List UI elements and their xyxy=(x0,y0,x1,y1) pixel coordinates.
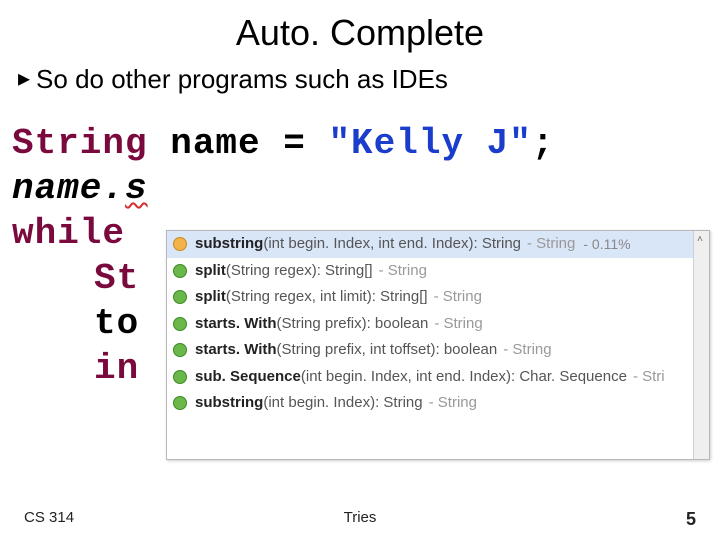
autocomplete-item[interactable]: sub. Sequence(int begin. Index, int end.… xyxy=(167,364,709,391)
code-text: in xyxy=(94,348,139,389)
method-percent: - 0.11% xyxy=(583,237,630,252)
code-text: name. xyxy=(12,168,125,209)
footer-center: Tries xyxy=(344,509,377,526)
footer: CS 314 Tries 5 xyxy=(0,509,720,530)
method-return: : boolean xyxy=(436,342,498,359)
method-origin: - String xyxy=(527,236,575,253)
autocomplete-item[interactable]: split(String regex, int limit) : String[… xyxy=(167,284,709,311)
method-params: (int begin. Index, int end. Index) xyxy=(301,369,511,386)
keyword-string: String xyxy=(12,123,148,164)
autocomplete-item[interactable]: starts. With(String prefix) : boolean - S… xyxy=(167,311,709,338)
method-icon xyxy=(173,290,187,304)
slide: Auto. Complete ▸ So do other programs su… xyxy=(0,0,720,540)
method-params: (int begin. Index, int end. Index) xyxy=(263,236,473,253)
bullet-row: ▸ So do other programs such as IDEs xyxy=(0,64,720,95)
method-params: (int begin. Index) xyxy=(263,395,375,412)
method-origin: - String xyxy=(429,395,477,412)
scrollbar[interactable]: ˄ xyxy=(693,231,709,459)
method-origin: - String xyxy=(503,342,551,359)
autocomplete-popup[interactable]: substring(int begin. Index, int end. Ind… xyxy=(166,230,710,460)
method-return: : String xyxy=(375,395,423,412)
bullet-icon: ▸ xyxy=(18,67,30,91)
method-icon xyxy=(173,370,187,384)
method-icon xyxy=(173,264,187,278)
code-line-2: name.s xyxy=(12,166,720,211)
code-text: ; xyxy=(532,123,555,164)
code-text: name = xyxy=(148,123,329,164)
method-icon xyxy=(173,317,187,331)
autocomplete-item[interactable]: substring(int begin. Index) : String - St… xyxy=(167,390,709,417)
method-params: (String prefix, int toffset) xyxy=(277,342,436,359)
method-name: split xyxy=(195,289,226,306)
method-icon xyxy=(173,237,187,251)
method-name: sub. Sequence xyxy=(195,369,301,386)
method-icon xyxy=(173,396,187,410)
method-name: substring xyxy=(195,395,263,412)
footer-left: CS 314 xyxy=(24,509,74,530)
method-return: : String[] xyxy=(372,289,428,306)
method-return: : String[] xyxy=(317,263,373,280)
method-name: starts. With xyxy=(195,342,277,359)
method-params: (String regex, int limit) xyxy=(226,289,372,306)
string-literal: "Kelly J" xyxy=(328,123,531,164)
method-origin: - String xyxy=(434,316,482,333)
code-text: to xyxy=(94,303,139,344)
method-name: substring xyxy=(195,236,263,253)
autocomplete-item[interactable]: substring(int begin. Index, int end. Ind… xyxy=(167,231,709,258)
autocomplete-item[interactable]: split(String regex) : String[] - String xyxy=(167,258,709,285)
code-text: St xyxy=(94,258,139,299)
method-params: (String regex) xyxy=(226,263,317,280)
method-return: : boolean xyxy=(367,316,429,333)
method-return: : Char. Sequence xyxy=(511,369,627,386)
autocomplete-list: substring(int begin. Index, int end. Ind… xyxy=(167,231,709,417)
chevron-up-icon[interactable]: ˄ xyxy=(697,234,703,245)
footer-right: 5 xyxy=(686,509,696,530)
autocomplete-item[interactable]: starts. With(String prefix, int toffset)… xyxy=(167,337,709,364)
method-origin: - String xyxy=(434,289,482,306)
code-text-squiggle: s xyxy=(125,168,148,209)
bullet-text: So do other programs such as IDEs xyxy=(36,64,448,95)
slide-title: Auto. Complete xyxy=(0,12,720,54)
method-name: split xyxy=(195,263,226,280)
code-line-1: String name = "Kelly J"; xyxy=(12,121,720,166)
method-origin: - Stri xyxy=(633,369,665,386)
method-origin: - String xyxy=(379,263,427,280)
method-icon xyxy=(173,343,187,357)
method-name: starts. With xyxy=(195,316,277,333)
keyword-while: while xyxy=(12,213,125,254)
method-return: : String xyxy=(473,236,521,253)
method-params: (String prefix) xyxy=(277,316,367,333)
